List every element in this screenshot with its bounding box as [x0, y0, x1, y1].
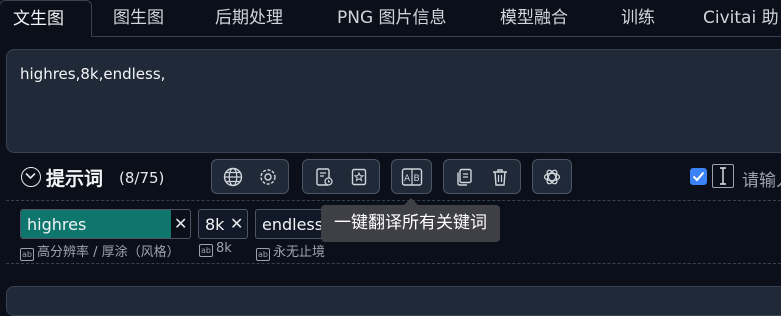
- tag-translation: ab 永无止境: [256, 241, 325, 261]
- tag-remove-icon[interactable]: ✕: [230, 214, 243, 233]
- tag-translation-text: 8k: [216, 241, 232, 256]
- translate-icon: AB: [401, 167, 423, 186]
- tab-civitai[interactable]: Civitai 助: [703, 0, 779, 36]
- toolbar-group-1: [211, 159, 289, 194]
- tag-remove-icon[interactable]: ✕: [174, 214, 187, 233]
- checkmark-icon: [692, 171, 705, 182]
- tag-text: highres: [27, 215, 87, 234]
- toolbar-group-5: [532, 159, 572, 194]
- tag-translation-text: 高分辨率 / 厚涂（风格）: [37, 245, 180, 260]
- enable-checkbox[interactable]: [690, 168, 707, 185]
- chatgpt-button[interactable]: [534, 160, 570, 193]
- trash-icon: [493, 168, 507, 186]
- gear-icon: [260, 168, 276, 185]
- bookmark-star-icon: [351, 168, 367, 185]
- keyword-input-placeholder[interactable]: 请输入: [742, 166, 781, 191]
- tab-png-info[interactable]: PNG 图片信息: [337, 0, 447, 36]
- history-doc-icon: [316, 167, 333, 186]
- copy-icon: [457, 168, 472, 186]
- tag-item-highres[interactable]: highres ✕: [20, 209, 191, 239]
- language-button[interactable]: [215, 160, 251, 193]
- globe-icon: [223, 167, 243, 186]
- tag-text: endless: [262, 215, 324, 234]
- prompt-text: highres,8k,endless,: [20, 65, 166, 83]
- tab-train[interactable]: 训练: [621, 0, 655, 36]
- tab-extras[interactable]: 后期处理: [215, 0, 283, 36]
- tag-translation: ab 高分辨率 / 厚涂（风格）: [20, 241, 180, 261]
- toolbar-group-4: [443, 159, 521, 194]
- negative-prompt-textarea[interactable]: [6, 286, 781, 316]
- main-tab-bar: 文生图 图生图 后期处理 PNG 图片信息 模型融合 训练 Civitai 助: [0, 0, 781, 37]
- text-cursor-icon[interactable]: [712, 164, 734, 188]
- collapse-toggle-icon[interactable]: [21, 167, 41, 187]
- tag-text: 8k: [205, 215, 225, 234]
- translate-small-icon: ab: [256, 248, 270, 261]
- prompt-textarea[interactable]: highres,8k,endless,: [6, 49, 781, 153]
- tag-translation-text: 永无止境: [273, 245, 326, 260]
- prompt-panel-title: 提示词: [46, 168, 104, 190]
- tab-checkpoint-merger[interactable]: 模型融合: [500, 0, 568, 36]
- tab-img2img[interactable]: 图生图: [113, 0, 164, 36]
- favorites-button[interactable]: [341, 160, 377, 193]
- token-counter: (8/75): [119, 169, 165, 187]
- tooltip-arrow: [404, 198, 418, 205]
- tag-item-endless[interactable]: endless: [255, 209, 325, 239]
- toolbar-group-3: AB: [391, 159, 432, 194]
- svg-text:B: B: [414, 174, 420, 184]
- translate-tooltip: 一键翻译所有关键词: [321, 205, 500, 242]
- translate-small-icon: ab: [199, 244, 213, 257]
- clear-button[interactable]: [482, 160, 518, 193]
- tab-txt2img[interactable]: 文生图: [0, 0, 92, 37]
- history-button[interactable]: [306, 160, 342, 193]
- copy-button[interactable]: [446, 160, 482, 193]
- svg-text:A: A: [404, 174, 411, 184]
- settings-button[interactable]: [250, 160, 286, 193]
- toolbar-group-2: [302, 159, 380, 194]
- openai-icon: [543, 169, 561, 184]
- translate-small-icon: ab: [20, 248, 34, 261]
- tag-item-8k[interactable]: 8k ✕: [198, 209, 248, 239]
- translate-all-button[interactable]: AB: [394, 160, 430, 193]
- tag-translation: ab 8k: [199, 241, 232, 257]
